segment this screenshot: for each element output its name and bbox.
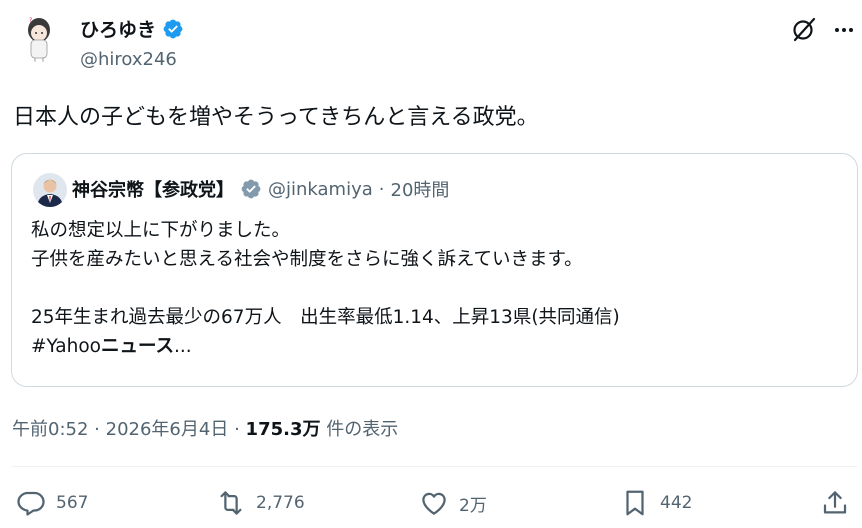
meta-separator: · [234,419,240,440]
post-text: 日本人の子どもを増やそうってきちんと言える政党。 [13,105,539,130]
views-count: 175.3万 [245,419,321,440]
quoted-text-line: 25年生まれ過去最少の67万人 出生率最低1.14、上昇13県(共同通信) [31,307,620,328]
verified-badge-icon [163,19,183,38]
grok-icon[interactable] [791,16,817,42]
quoted-post-time[interactable]: 20時間 [391,176,450,202]
quoted-text-line: 私の想定以上に下がりました。 [31,220,291,241]
meta-separator: · [94,419,100,440]
reply-button[interactable]: 567 [16,484,88,522]
like-count: 2万 [459,495,487,516]
repost-button[interactable]: 2,776 [216,484,305,522]
author-avatar[interactable]: ? [15,14,63,62]
reply-count: 567 [56,493,89,513]
quoted-author-avatar[interactable] [33,173,67,207]
quoted-meta-separator: · [378,178,385,200]
more-options-icon[interactable] [832,18,856,42]
svg-text:?: ? [29,17,32,24]
quoted-text-line: 子供を産みたいと思える社会や制度をさらに強く訴えていきます。 [31,249,583,270]
repost-icon [220,491,242,515]
quoted-hashtag-line: #Yahooニュース... [31,332,620,361]
divider [12,466,858,467]
quoted-author-name[interactable]: 神谷宗幣【参政党】 [72,176,234,202]
quoted-author-handle[interactable]: @jinkamiya [268,179,373,200]
post-time[interactable]: 午前0:52 [12,419,88,440]
like-button[interactable]: 2万 [419,484,487,522]
hashtag-prefix: #Yahoo [31,336,101,357]
views-label: 件の表示 [326,419,399,440]
bookmark-button[interactable]: 442 [620,484,692,522]
quoted-text-line [31,274,620,303]
heart-icon [422,492,446,515]
hashtag-bold: ニュース [100,336,175,357]
verified-gray-badge-icon [241,179,261,199]
author-handle[interactable]: @hirox246 [80,49,177,70]
avatar-cartoon-icon: ? [15,14,63,62]
repost-count: 2,776 [256,493,305,513]
bookmark-count: 442 [660,493,693,513]
quoted-post-text: 私の想定以上に下がりました。 子供を産みたいと思える社会や制度をさらに強く訴えて… [31,216,620,361]
author-name-row[interactable]: ひろゆき [80,15,184,42]
post-date[interactable]: 2026年6月4日 [106,419,229,440]
avatar-photo-icon [33,173,67,207]
quoted-post-card[interactable]: 神谷宗幣【参政党】 @jinkamiya · 20時間 私の想定以上に下がりまし… [11,153,858,387]
quoted-post-header: 神谷宗幣【参政党】 @jinkamiya · 20時間 [72,176,449,202]
post-meta-row: 午前0:52 · 2026年6月4日 · 175.3万 件の表示 [12,415,398,441]
bookmark-icon [626,490,644,516]
author-display-name[interactable]: ひろゆき [80,15,156,42]
hashtag-ellipsis: ... [174,336,192,357]
share-icon [823,491,847,514]
share-button[interactable] [820,484,850,522]
reply-icon [17,491,45,516]
